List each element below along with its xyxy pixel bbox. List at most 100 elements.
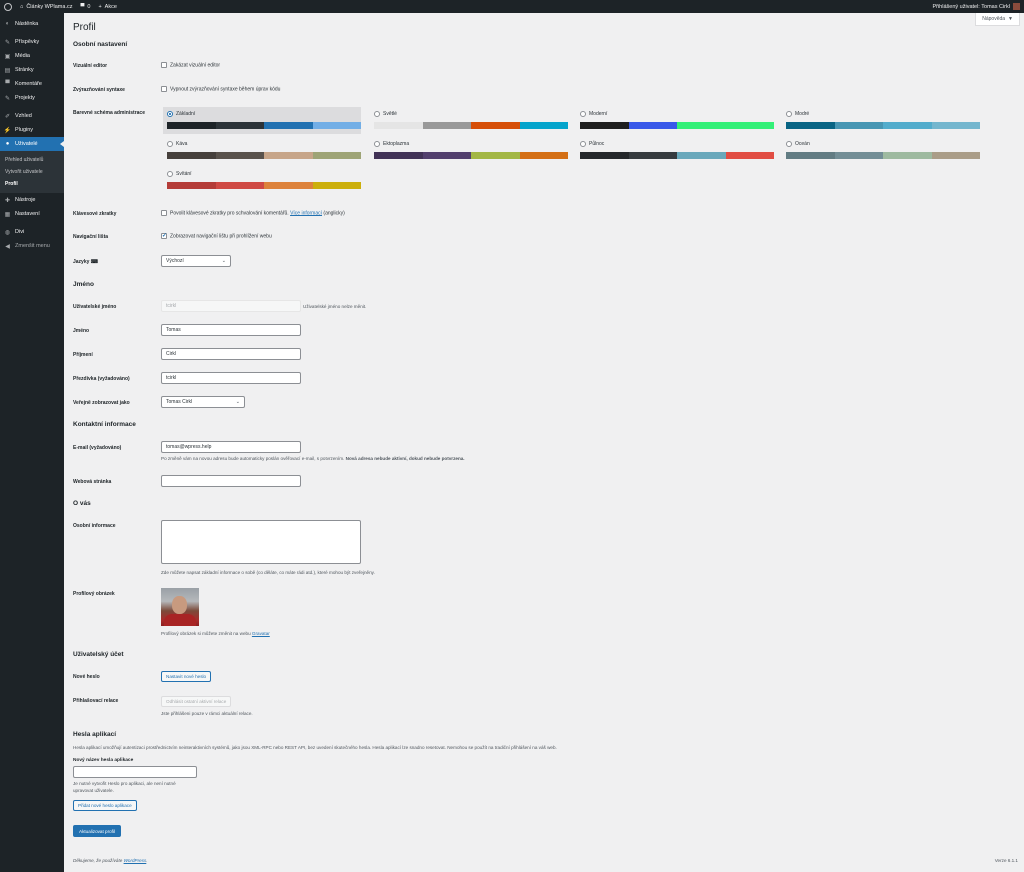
color-scheme-palette xyxy=(374,122,568,129)
menu-plugins[interactable]: ⚡ Pluginy xyxy=(0,123,64,137)
site-name-link[interactable]: ⌂ Články WPlama.cz xyxy=(20,4,72,10)
menu-media[interactable]: ▣ Média xyxy=(0,49,64,63)
color-scheme-option[interactable]: Moderní xyxy=(576,107,774,134)
new-content-link[interactable]: + Akce xyxy=(98,4,116,10)
color-scheme-radio[interactable] xyxy=(580,111,586,117)
toolbar-option[interactable]: Zobrazovat navigační lištu při prohlížen… xyxy=(161,232,272,239)
set-new-password-button[interactable]: Nastavit nové heslo xyxy=(161,671,212,682)
update-profile-button[interactable]: Aktualizovat profil xyxy=(73,825,122,837)
color-scheme-name: Svítání xyxy=(176,171,192,177)
website-input[interactable] xyxy=(161,475,301,487)
comment-icon: ▀ xyxy=(5,81,10,87)
app-passwords-description: Hesla aplikací umožňují autentizaci pros… xyxy=(73,745,557,750)
color-swatch xyxy=(931,152,980,159)
color-swatch xyxy=(422,122,471,129)
display-name-label: Veřejně zobrazovat jako xyxy=(73,400,130,406)
menu-collapse[interactable]: ◀ Zmenšit menu xyxy=(0,239,64,253)
media-icon: ▣ xyxy=(4,53,11,60)
divi-icon: ◍ xyxy=(4,229,11,236)
color-scheme-radio[interactable] xyxy=(167,111,173,117)
footer-thanks: Děkujeme, že používáte WordPress. xyxy=(73,858,148,863)
toolbar-checkbox[interactable] xyxy=(161,232,167,239)
color-scheme-radio[interactable] xyxy=(167,171,173,177)
submenu-add-user[interactable]: Vytvořit uživatele xyxy=(0,166,64,178)
menu-posts[interactable]: ✎ Příspěvky xyxy=(0,35,64,49)
gravatar-link[interactable]: Gravatar xyxy=(252,631,270,636)
color-swatch xyxy=(264,152,313,159)
color-scheme-option[interactable]: Půlnoc xyxy=(576,137,774,164)
username-note: Uživatelské jméno nelze měnit. xyxy=(303,304,367,309)
bio-textarea[interactable] xyxy=(161,520,361,564)
submenu-profile[interactable]: Profil xyxy=(0,178,64,190)
menu-dashboard[interactable]: ◐ Nástěnka xyxy=(0,17,64,31)
pin-icon: ✎ xyxy=(4,39,11,46)
syntax-label: Zvýrazňování syntaxe xyxy=(73,87,125,93)
menu-divi[interactable]: ◍ Divi xyxy=(0,225,64,239)
color-swatch xyxy=(883,122,932,129)
comments-link[interactable]: ▀ 0 xyxy=(80,4,90,10)
menu-tools[interactable]: ✚ Nástroje xyxy=(0,193,64,207)
my-account-link[interactable]: Přihlášený uživatel: Tomas Cirkl xyxy=(932,3,1024,10)
color-swatch xyxy=(374,152,423,159)
color-scheme-palette xyxy=(167,122,361,129)
color-swatch xyxy=(725,122,774,129)
display-name-select[interactable]: Tomas Cirkl ⌄ xyxy=(161,396,245,408)
last-name-input[interactable]: Cirkl xyxy=(161,348,301,360)
submenu-all-users[interactable]: Přehled uživatelů xyxy=(0,154,64,166)
first-name-label: Jméno xyxy=(73,328,90,334)
menu-projects[interactable]: ✎ Projekty xyxy=(0,91,64,105)
dashboard-icon: ◐ xyxy=(5,21,10,27)
color-scheme-radio[interactable] xyxy=(374,111,380,117)
add-app-password-button[interactable]: Přidat nové heslo aplikace xyxy=(73,800,137,811)
email-input[interactable]: tomas@wpress.help xyxy=(161,441,301,453)
profile-picture xyxy=(161,588,199,626)
color-scheme-option[interactable]: Oceán xyxy=(782,137,980,164)
color-swatch xyxy=(471,122,520,129)
color-scheme-option[interactable]: Ektoplazma xyxy=(370,137,568,164)
wordpress-link[interactable]: WordPress xyxy=(124,858,147,863)
color-swatch xyxy=(374,122,423,129)
help-tab-button[interactable]: Nápověda ▼ xyxy=(975,13,1020,26)
menu-appearance[interactable]: ✐ Vzhled xyxy=(0,109,64,123)
section-account-heading: Uživatelský účet xyxy=(73,651,124,658)
app-password-name-input[interactable] xyxy=(73,766,197,778)
shortcuts-more-link[interactable]: Více informací xyxy=(290,210,322,216)
wordpress-logo-icon[interactable] xyxy=(4,2,12,11)
color-scheme-radio[interactable] xyxy=(786,141,792,147)
visual-editor-checkbox[interactable] xyxy=(161,62,167,68)
menu-pages[interactable]: ▤ Stránky xyxy=(0,63,64,77)
color-scheme-option[interactable]: Káva xyxy=(163,137,361,164)
visual-editor-option[interactable]: Zakázat vizuální editor xyxy=(161,62,220,68)
syntax-option[interactable]: Vypnout zvýrazňování syntaxe během úprav… xyxy=(161,86,280,92)
logout-everywhere-button[interactable]: Odhlásit ostatní aktivní relace xyxy=(161,696,232,707)
color-scheme-radio[interactable] xyxy=(580,141,586,147)
menu-comments[interactable]: ▀ Komentáře xyxy=(0,77,64,91)
menu-users[interactable]: ● Uživatelé xyxy=(0,137,64,151)
language-select[interactable]: Výchozí ⌄ xyxy=(161,255,231,267)
shortcuts-option[interactable]: Povolit klávesové zkratky pro schvalován… xyxy=(161,210,345,216)
first-name-input[interactable]: Tomas xyxy=(161,324,301,336)
nickname-input[interactable]: tcirkl xyxy=(161,372,301,384)
app-password-note-2: upravovat uživatele. xyxy=(73,788,114,793)
color-swatch xyxy=(931,122,980,129)
color-scheme-option[interactable]: Světlé xyxy=(370,107,568,134)
color-scheme-option[interactable]: Základní xyxy=(163,107,361,134)
admin-sidebar: ◐ Nástěnka ✎ Příspěvky ▣ Média ▤ Stránky ▀ Ko… xyxy=(0,13,64,872)
page-icon: ▤ xyxy=(4,67,11,74)
shortcuts-checkbox[interactable] xyxy=(161,210,167,216)
color-scheme-radio[interactable] xyxy=(167,141,173,147)
color-scheme-option[interactable]: Modré xyxy=(782,107,980,134)
color-scheme-name: Moderní xyxy=(589,111,608,117)
chevron-down-icon: ⌄ xyxy=(235,399,240,405)
sessions-label: Přihlašovací relace xyxy=(73,698,119,704)
profile-picture-label: Profilový obrázek xyxy=(73,591,115,597)
color-scheme-radio[interactable] xyxy=(786,111,792,117)
admin-bar: ⌂ Články WPlama.cz ▀ 0 + Akce Přihlášený už… xyxy=(0,0,1024,13)
color-scheme-name: Půlnoc xyxy=(589,141,605,147)
color-scheme-radio[interactable] xyxy=(374,141,380,147)
color-swatch xyxy=(312,182,361,189)
menu-settings[interactable]: ▦ Nastavení xyxy=(0,207,64,221)
color-scheme-name: Káva xyxy=(176,141,188,147)
color-scheme-option[interactable]: Svítání xyxy=(163,167,361,194)
syntax-checkbox[interactable] xyxy=(161,86,167,92)
